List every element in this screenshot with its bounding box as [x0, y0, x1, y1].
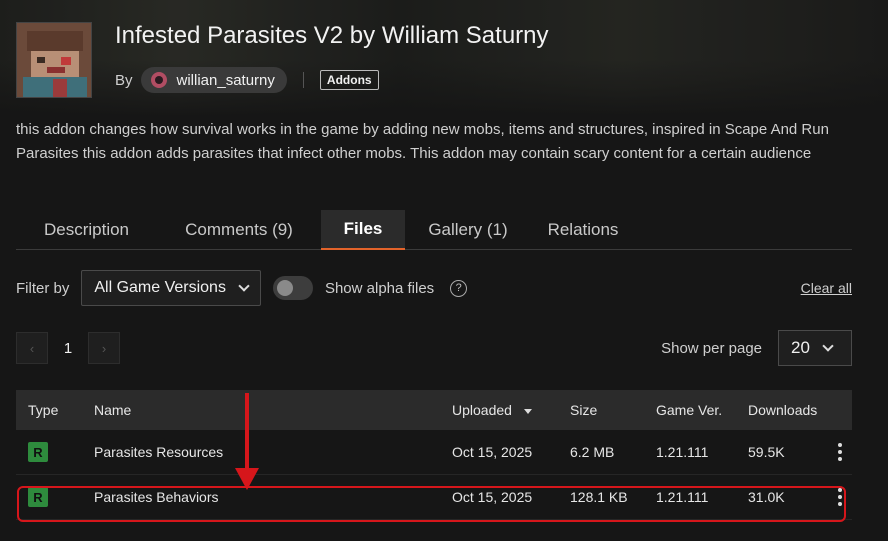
table-row[interactable]: R Parasites Behaviors Oct 15, 2025 128.1…	[16, 475, 852, 520]
release-badge: R	[28, 442, 48, 462]
files-table: Type Name Uploaded Size Game Ver. Downlo…	[16, 390, 852, 520]
project-tabs: Description Comments (9) Files Gallery (…	[16, 210, 852, 250]
per-page-label: Show per page	[661, 339, 762, 357]
file-downloads: 31.0K	[748, 489, 785, 505]
author-row: By willian_saturny Addons	[115, 67, 379, 93]
author-name: willian_saturny	[176, 71, 275, 89]
sort-desc-icon	[523, 408, 532, 414]
header-type: Type	[28, 402, 59, 418]
table-row[interactable]: R Parasites Resources Oct 15, 2025 6.2 M…	[16, 430, 852, 475]
pagination-bar: ‹ 1 › Show per page 20	[16, 330, 852, 366]
clear-all-link[interactable]: Clear all	[801, 280, 852, 296]
chevron-right-icon: ›	[101, 340, 107, 356]
chevron-down-icon	[822, 340, 834, 352]
by-label: By	[115, 71, 133, 89]
project-avatar	[16, 22, 92, 98]
current-page-number[interactable]: 1	[48, 340, 88, 357]
file-uploaded: Oct 15, 2025	[452, 489, 533, 505]
divider	[302, 72, 304, 88]
show-alpha-label: Show alpha files	[324, 279, 435, 297]
header-game-ver: Game Ver.	[656, 402, 723, 418]
file-uploaded: Oct 15, 2025	[452, 444, 533, 460]
tab-comments[interactable]: Comments (9)	[157, 210, 321, 249]
file-downloads: 59.5K	[748, 444, 785, 460]
filter-by-label: Filter by	[16, 279, 70, 297]
project-title: Infested Parasites V2 by William Saturny	[115, 22, 549, 49]
header-background	[0, 0, 888, 120]
tab-gallery[interactable]: Gallery (1)	[405, 210, 531, 249]
file-size: 128.1 KB	[570, 489, 628, 505]
file-name-link[interactable]: Parasites Resources	[94, 444, 452, 460]
game-version-value: All Game Versions	[94, 279, 226, 296]
table-header: Type Name Uploaded Size Game Ver. Downlo…	[16, 390, 852, 430]
tab-relations[interactable]: Relations	[531, 210, 635, 249]
header-size: Size	[570, 402, 598, 418]
tab-description[interactable]: Description	[16, 210, 157, 249]
show-alpha-toggle[interactable]	[272, 276, 313, 300]
prev-page-button[interactable]: ‹	[16, 332, 48, 364]
next-page-button[interactable]: ›	[88, 332, 120, 364]
tab-files[interactable]: Files	[321, 210, 405, 250]
annotation-arrow-icon	[245, 393, 249, 473]
annotation-arrowhead-icon	[235, 468, 259, 490]
header-uploaded-label: Uploaded	[452, 402, 512, 418]
more-options-icon[interactable]	[828, 488, 852, 506]
project-description: this addon changes how survival works in…	[16, 121, 829, 162]
header-downloads: Downloads	[748, 402, 818, 418]
header-name: Name	[94, 402, 132, 418]
game-version-select[interactable]: All Game Versions	[81, 270, 261, 306]
per-page-select[interactable]: 20	[778, 330, 852, 366]
per-page-value: 20	[791, 338, 810, 357]
category-tag[interactable]: Addons	[319, 70, 379, 90]
filter-bar: Filter by All Game Versions Show alpha f…	[16, 270, 852, 306]
file-game-ver: 1.21.111	[656, 444, 709, 460]
file-name-link[interactable]: Parasites Behaviors	[94, 489, 452, 505]
chevron-left-icon: ‹	[29, 340, 35, 356]
author-avatar	[150, 72, 167, 88]
chevron-down-icon	[238, 280, 250, 292]
header-uploaded[interactable]: Uploaded	[452, 402, 570, 418]
release-badge: R	[28, 487, 48, 507]
help-icon[interactable]: ?	[450, 279, 468, 297]
more-options-icon[interactable]	[828, 443, 852, 461]
author-link[interactable]: willian_saturny	[140, 67, 287, 93]
file-size: 6.2 MB	[570, 444, 615, 460]
file-game-ver: 1.21.111	[656, 489, 709, 505]
